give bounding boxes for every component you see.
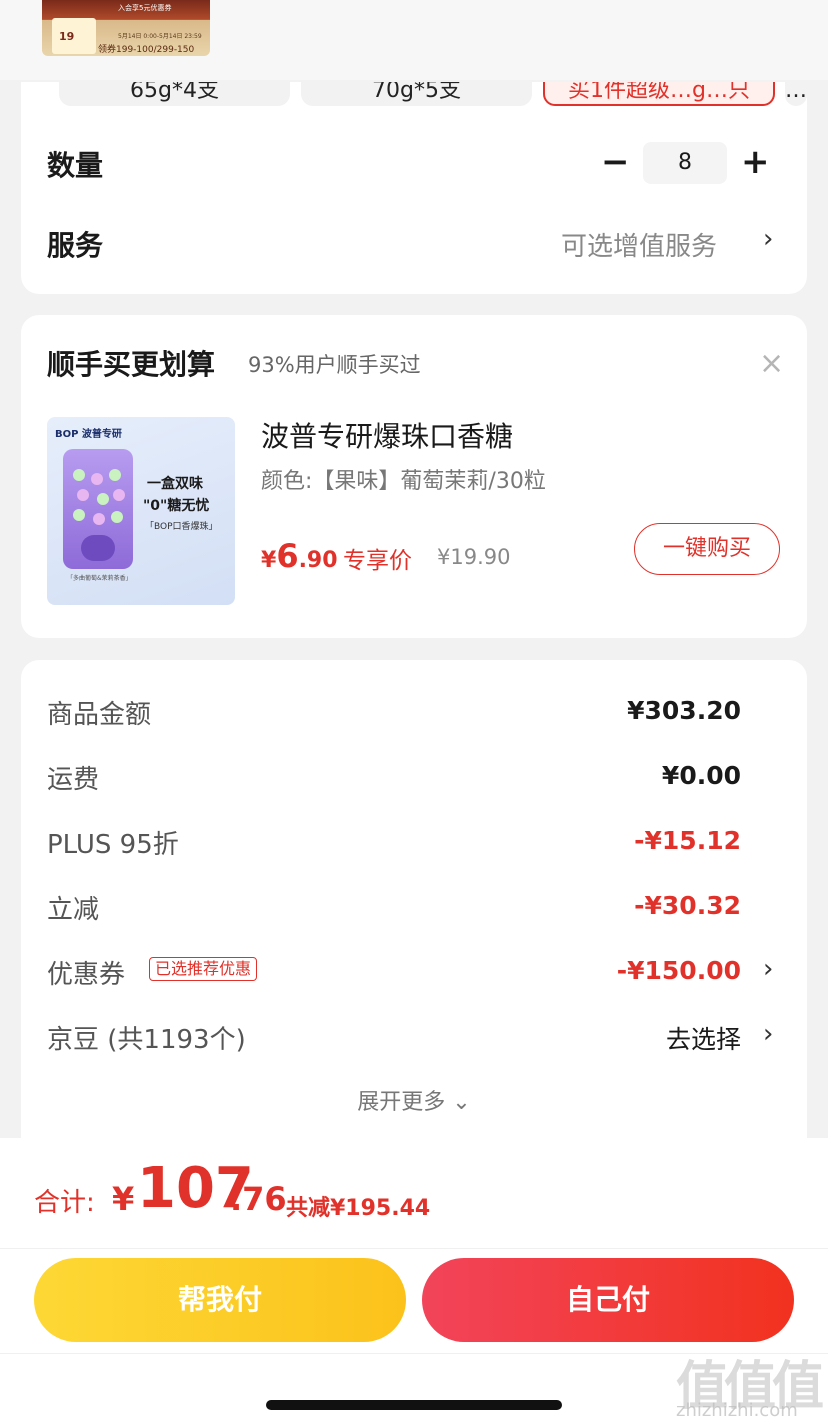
coupon-chevron-icon[interactable]: › xyxy=(763,954,773,984)
spec-option-4[interactable]: … xyxy=(785,82,807,106)
quantity-label: 数量 xyxy=(47,149,104,182)
jingdou-select[interactable]: 去选择 xyxy=(666,1020,741,1056)
product-spec: 颜色:【果味】葡萄茉莉/30粒 xyxy=(261,469,546,494)
total-label: 合计: xyxy=(34,1188,95,1218)
product-image[interactable]: BOP 波普专研 一盒双味 "0"糖无忧 「BOP口香爆珠」 「多曲葡萄&茉莉茶… xyxy=(47,417,235,605)
one-click-buy-button[interactable]: 一键购买 xyxy=(634,523,780,575)
instant-discount-label: 立减 xyxy=(47,895,100,925)
goods-amount-label: 商品金额 xyxy=(47,700,152,730)
total-currency: ¥ xyxy=(112,1180,135,1218)
shipping-value: ¥0.00 xyxy=(661,761,741,790)
coupon-value[interactable]: -¥150.00 xyxy=(617,956,741,985)
promo-coupon-text: 领券199-100/299-150 xyxy=(98,45,195,55)
exclusive-price-tag: 专享价 xyxy=(343,548,412,574)
promo-date: 5月14日 0:00-5月14日 23:59 xyxy=(118,33,202,40)
addon-card: 顺手买更划算 93%用户顺手买过 × BOP 波普专研 一盒双味 "0"糖无忧 … xyxy=(21,315,807,638)
divider xyxy=(0,1248,828,1249)
addon-subtitle: 93%用户顺手买过 xyxy=(248,353,421,377)
checkout-bar: 合计: ¥ 107 .76 共减¥195.44 帮我付 自己付 值值值 zhiz… xyxy=(0,1138,828,1426)
addon-title: 顺手买更划算 xyxy=(47,348,216,381)
quantity-input[interactable]: 8 xyxy=(643,142,727,184)
shipping-label: 运费 xyxy=(47,765,100,795)
product-name[interactable]: 波普专研爆珠口香糖 xyxy=(261,415,513,455)
quantity-plus-button[interactable]: + xyxy=(741,145,770,179)
jingdou-label: 京豆 (共1193个) xyxy=(47,1025,246,1055)
product-image-text: 「BOP口香爆珠」 xyxy=(145,522,218,532)
product-brand-logo: BOP 波普专研 xyxy=(55,429,122,440)
expand-more-button[interactable]: 展开更多 ⌄ xyxy=(21,1084,807,1116)
promo-banner-thumbnail[interactable]: 入会享5元优惠券 19 5月14日 0:00-5月14日 23:59 领券199… xyxy=(42,0,210,56)
plus-discount-value: -¥15.12 xyxy=(634,826,741,855)
spec-quantity-card: 65g*4支 70g*5支 买1件超级…g…只 … 数量 − 8 + 服务 可选… xyxy=(21,82,807,294)
plus-discount-label: PLUS 95折 xyxy=(47,830,179,860)
total-savings: 共减¥195.44 xyxy=(286,1196,431,1221)
instant-discount-value: -¥30.32 xyxy=(634,891,741,920)
jingdou-chevron-icon[interactable]: › xyxy=(763,1019,773,1049)
product-price: ¥6.90 xyxy=(261,537,338,575)
service-label: 服务 xyxy=(47,229,104,262)
spec-option-2[interactable]: 70g*5支 xyxy=(301,82,532,106)
total-amount-decimal: .76 xyxy=(230,1180,287,1218)
quantity-minus-button[interactable]: − xyxy=(601,145,630,179)
home-indicator[interactable] xyxy=(266,1400,562,1410)
product-box-graphic xyxy=(63,449,133,569)
watermark-url: zhizhizhi.com xyxy=(676,1400,798,1421)
service-value[interactable]: 可选增值服务 xyxy=(561,226,717,263)
product-image-text: 「多曲葡萄&茉莉茶香」 xyxy=(67,575,132,582)
price-breakdown-card: 商品金额 ¥303.20 运费 ¥0.00 PLUS 95折 -¥15.12 立… xyxy=(21,660,807,1140)
original-price: ¥19.90 xyxy=(437,545,511,569)
promo-line: 入会享5元优惠券 xyxy=(118,4,172,12)
help-me-pay-button[interactable]: 帮我付 xyxy=(34,1258,406,1342)
pay-myself-button[interactable]: 自己付 xyxy=(422,1258,794,1342)
product-image-text: 一盒双味 xyxy=(147,476,203,492)
close-icon[interactable]: × xyxy=(759,349,784,379)
spec-option-3-selected[interactable]: 买1件超级…g…只 xyxy=(543,82,775,106)
coupon-label: 优惠券 xyxy=(47,960,126,990)
promo-badge-number: 19 xyxy=(59,30,75,43)
product-image-text: "0"糖无忧 xyxy=(143,498,210,514)
spec-option-1[interactable]: 65g*4支 xyxy=(59,82,290,106)
coupon-recommended-badge: 已选推荐优惠 xyxy=(149,957,258,981)
service-chevron-icon[interactable]: › xyxy=(763,224,773,254)
goods-amount-value: ¥303.20 xyxy=(627,696,741,725)
